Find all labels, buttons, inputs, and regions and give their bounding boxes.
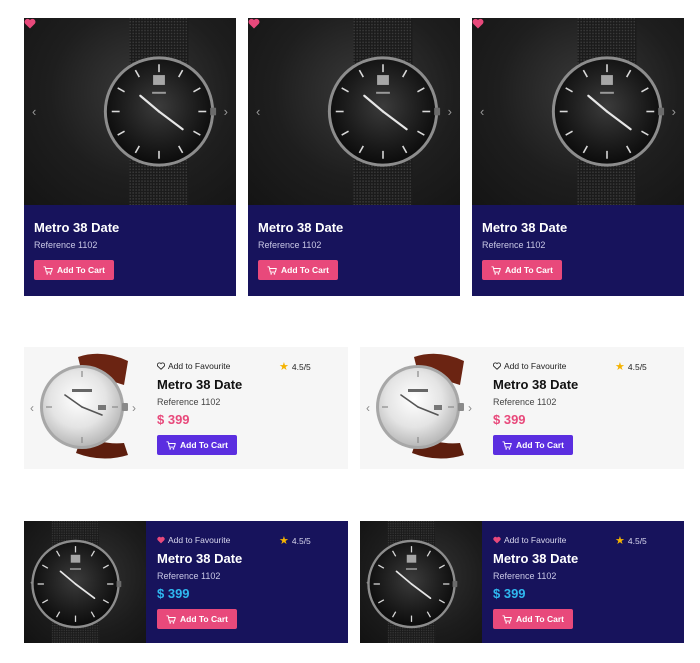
heart-icon[interactable] [24, 18, 36, 29]
watch-image [102, 18, 218, 205]
watch-image [30, 521, 123, 643]
product-title: Metro 38 Date [493, 551, 579, 566]
chevron-left-icon[interactable]: ‹ [30, 575, 34, 589]
chevron-right-icon[interactable]: › [132, 401, 136, 415]
add-to-favourite-link[interactable]: Add to Favourite [157, 535, 230, 545]
product-image: ‹ › [24, 18, 236, 205]
star-icon: ★ [279, 361, 289, 373]
rating-value: 4.5/5 [291, 361, 311, 372]
favourite-label: Add to Favourite [168, 361, 231, 371]
add-to-cart-button[interactable]: Add To Cart [493, 609, 573, 629]
add-to-cart-button[interactable]: Add To Cart [157, 609, 237, 629]
product-price: $ 399 [157, 586, 190, 601]
product-image: ‹ › [248, 18, 460, 205]
product-title: Metro 38 Date [34, 220, 120, 235]
watch-image [366, 521, 459, 643]
add-to-favourite-link[interactable]: Add to Favourite [493, 535, 566, 545]
product-image: ‹ [360, 521, 482, 643]
chevron-left-icon[interactable]: ‹ [256, 105, 260, 118]
watch-image [39, 352, 129, 460]
heart-outline-icon [157, 362, 165, 370]
chevron-right-icon[interactable]: › [468, 401, 472, 415]
add-to-cart-label: Add To Cart [280, 265, 329, 275]
product-image: ‹ › [24, 347, 146, 469]
product-reference: Reference 1102 [493, 571, 557, 581]
favourite-label: Add to Favourite [504, 361, 567, 371]
watch-image [375, 352, 465, 460]
add-to-cart-label: Add To Cart [179, 614, 228, 624]
product-reference: Reference 1102 [157, 397, 221, 407]
product-reference: Reference 1102 [482, 240, 546, 250]
product-title: Metro 38 Date [258, 220, 344, 235]
rating: ★ 4.5/5 [615, 360, 647, 373]
add-to-cart-button[interactable]: Add To Cart [482, 260, 562, 280]
cart-icon [43, 266, 53, 275]
product-reference: Reference 1102 [258, 240, 322, 250]
add-to-cart-button[interactable]: Add To Cart [157, 435, 237, 455]
chevron-right-icon[interactable]: › [672, 105, 676, 118]
add-to-cart-button[interactable]: Add To Cart [34, 260, 114, 280]
cart-icon [491, 266, 501, 275]
add-to-favourite-link[interactable]: Add to Favourite [157, 361, 230, 371]
rating-value: 4.5/5 [291, 535, 311, 546]
product-title: Metro 38 Date [493, 377, 579, 392]
product-card-vertical[interactable]: ‹ › Metro 38 Date Reference 1102 Add To … [24, 18, 236, 296]
add-to-cart-label: Add To Cart [515, 440, 564, 450]
product-card-vertical[interactable]: ‹ › Metro 38 Date Reference 1102 Add To … [472, 18, 684, 296]
add-to-cart-button[interactable]: Add To Cart [493, 435, 573, 455]
product-card-horizontal-dark[interactable]: ‹ Add to Favourite ★ 4.5/5 Metro 38 Date… [360, 521, 684, 643]
add-to-cart-label: Add To Cart [179, 440, 228, 450]
product-card-horizontal-light[interactable]: ‹ › Add to Favourite ★ 4.5/5 Metro 38 Da… [24, 347, 348, 469]
product-card-horizontal-dark[interactable]: ‹ Add to Favourite ★ 4.5/5 Metro 38 Date… [24, 521, 348, 643]
chevron-left-icon[interactable]: ‹ [480, 105, 484, 118]
product-price: $ 399 [493, 586, 526, 601]
product-reference: Reference 1102 [493, 397, 557, 407]
add-to-favourite-link[interactable]: Add to Favourite [493, 361, 566, 371]
cart-icon [267, 266, 277, 275]
heart-icon [157, 536, 165, 544]
product-image: ‹ [24, 521, 146, 643]
cart-icon [502, 615, 512, 624]
heart-icon [493, 536, 501, 544]
chevron-right-icon[interactable]: › [448, 105, 452, 118]
rating-value: 4.5/5 [627, 361, 647, 372]
star-icon: ★ [615, 535, 625, 547]
add-to-cart-label: Add To Cart [56, 265, 105, 275]
heart-outline-icon [493, 362, 501, 370]
add-to-cart-label: Add To Cart [515, 614, 564, 624]
chevron-left-icon[interactable]: ‹ [30, 401, 34, 415]
add-to-cart-label: Add To Cart [504, 265, 553, 275]
watch-image [550, 18, 666, 205]
chevron-right-icon[interactable]: › [224, 105, 228, 118]
cart-icon [502, 441, 512, 450]
rating-value: 4.5/5 [627, 535, 647, 546]
product-card-horizontal-light[interactable]: ‹ › Add to Favourite ★ 4.5/5 Metro 38 Da… [360, 347, 684, 469]
star-icon: ★ [615, 361, 625, 373]
add-to-cart-button[interactable]: Add To Cart [258, 260, 338, 280]
chevron-left-icon[interactable]: ‹ [366, 401, 370, 415]
product-image: ‹ › [360, 347, 482, 469]
product-card-vertical[interactable]: ‹ › Metro 38 Date Reference 1102 Add To … [248, 18, 460, 296]
product-price: $ 399 [157, 412, 190, 427]
product-title: Metro 38 Date [157, 551, 243, 566]
product-reference: Reference 1102 [34, 240, 98, 250]
heart-icon[interactable] [472, 18, 484, 29]
heart-icon[interactable] [248, 18, 260, 29]
favourite-label: Add to Favourite [504, 535, 567, 545]
favourite-label: Add to Favourite [168, 535, 231, 545]
watch-image [326, 18, 442, 205]
chevron-left-icon[interactable]: ‹ [32, 105, 36, 118]
cart-icon [166, 441, 176, 450]
product-title: Metro 38 Date [482, 220, 568, 235]
product-image: ‹ › [472, 18, 684, 205]
product-reference: Reference 1102 [157, 571, 221, 581]
star-icon: ★ [279, 535, 289, 547]
rating: ★ 4.5/5 [279, 360, 311, 373]
rating: ★ 4.5/5 [279, 534, 311, 547]
chevron-left-icon[interactable]: ‹ [366, 575, 370, 589]
product-price: $ 399 [493, 412, 526, 427]
product-title: Metro 38 Date [157, 377, 243, 392]
rating: ★ 4.5/5 [615, 534, 647, 547]
cart-icon [166, 615, 176, 624]
